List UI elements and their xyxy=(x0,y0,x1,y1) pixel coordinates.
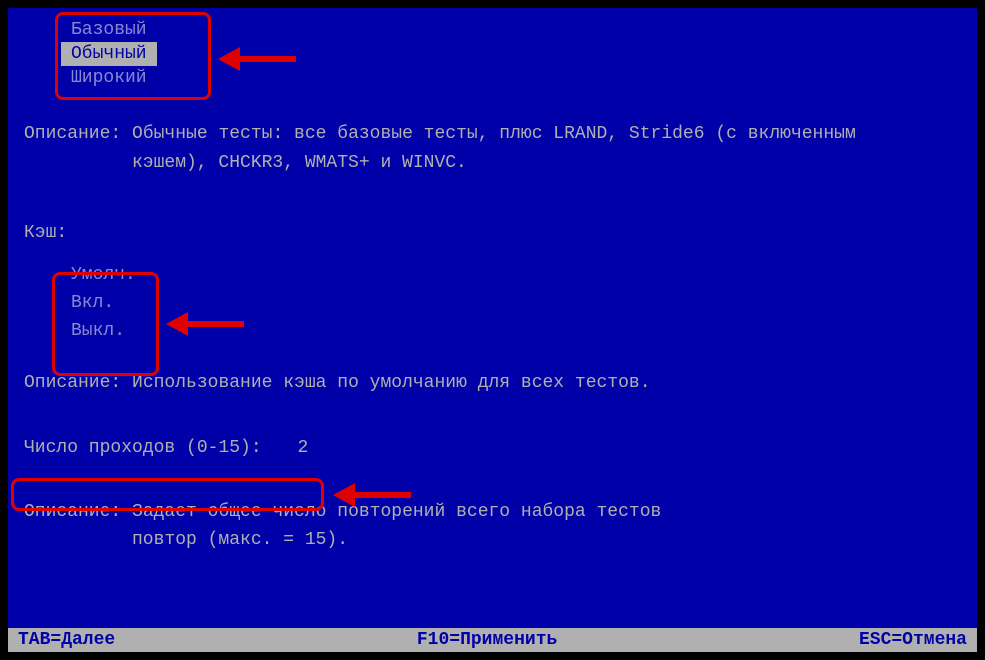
cache-desc-text: Использование кэша по умолчанию для всех… xyxy=(132,373,650,393)
passes-value[interactable]: 2 xyxy=(297,438,308,458)
passes-description: Описание: Задает общее число повторений … xyxy=(24,498,969,556)
description-label-3: Описание: xyxy=(24,502,121,522)
test-type-menu: Базовый Обычный Широкий xyxy=(61,18,157,90)
footer-bar: TAB=Далее F10=Применить ESC=Отмена xyxy=(8,628,977,652)
test-desc-text: Обычные тесты: все базовые тесты, плюс L… xyxy=(132,124,856,144)
menu-item-basic[interactable]: Базовый xyxy=(61,18,157,42)
test-description: Описание: Обычные тесты: все базовые тес… xyxy=(24,120,969,178)
footer-esc: ESC=Отмена xyxy=(859,630,967,650)
menu-item-wide[interactable]: Широкий xyxy=(61,66,157,90)
passes-desc-text: Задает общее число повторений всего набо… xyxy=(132,502,661,522)
cache-menu: Умолч. Вкл. Выкл. xyxy=(61,261,146,345)
menu-item-normal[interactable]: Обычный xyxy=(61,42,157,66)
footer-tab: TAB=Далее xyxy=(18,630,115,650)
passes-row: Число проходов (0-15): 2 xyxy=(24,438,969,458)
footer-f10: F10=Применить xyxy=(417,630,557,650)
cache-item-on[interactable]: Вкл. xyxy=(61,289,146,317)
description-label-2: Описание: xyxy=(24,373,121,393)
passes-label: Число проходов (0-15): xyxy=(24,438,262,458)
test-desc-continuation: кэшем), CHCKR3, WMATS+ и WINVC. xyxy=(132,149,969,178)
cache-item-default[interactable]: Умолч. xyxy=(61,261,146,289)
cache-label: Кэш: xyxy=(24,223,969,243)
main-screen: Базовый Обычный Широкий Описание: Обычны… xyxy=(8,8,977,652)
passes-desc-continuation: повтор (макс. = 15). xyxy=(132,526,969,555)
cache-item-off[interactable]: Выкл. xyxy=(61,317,146,345)
description-label: Описание: xyxy=(24,124,121,144)
cache-description: Описание: Использование кэша по умолчани… xyxy=(24,373,969,393)
